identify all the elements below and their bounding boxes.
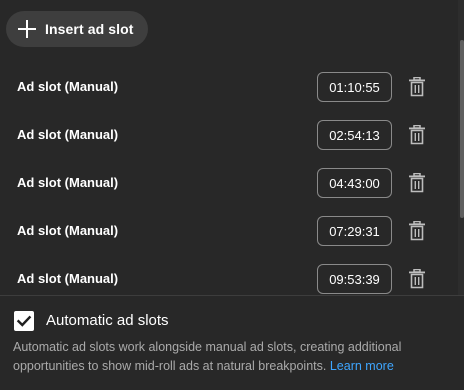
checkmark-icon — [16, 315, 32, 327]
ad-slot-row: Ad slot (Manual) — [0, 62, 458, 110]
insert-ad-slot-button[interactable]: Insert ad slot — [6, 11, 148, 47]
trash-icon[interactable] — [408, 269, 426, 289]
ad-slot-label: Ad slot (Manual) — [17, 175, 119, 190]
trash-icon[interactable] — [408, 125, 426, 145]
ad-slot-label: Ad slot (Manual) — [17, 271, 119, 286]
learn-more-link[interactable]: Learn more — [330, 359, 394, 373]
ad-slot-time-input[interactable] — [317, 72, 392, 102]
automatic-ad-slots-description: Automatic ad slots work alongside manual… — [13, 338, 453, 376]
trash-icon[interactable] — [408, 77, 426, 97]
automatic-ad-slots-checkbox[interactable] — [14, 311, 34, 331]
ad-slot-list: Ad slot (Manual) Ad slot (Manual) Ad slo… — [0, 62, 458, 294]
ad-slot-label: Ad slot (Manual) — [17, 223, 119, 238]
scrollbar-thumb[interactable] — [460, 40, 464, 218]
trash-icon[interactable] — [408, 173, 426, 193]
automatic-ad-slots-option[interactable]: Automatic ad slots — [14, 309, 169, 333]
insert-ad-slot-label: Insert ad slot — [45, 21, 134, 37]
ad-slot-time-input[interactable] — [317, 264, 392, 294]
ad-slot-label: Ad slot (Manual) — [17, 79, 119, 94]
ad-slot-time-input[interactable] — [317, 168, 392, 198]
divider — [0, 295, 464, 296]
trash-icon[interactable] — [408, 221, 426, 241]
ad-slot-row: Ad slot (Manual) — [0, 158, 458, 206]
ad-slot-row: Ad slot (Manual) — [0, 254, 458, 294]
ad-slot-row: Ad slot (Manual) — [0, 110, 458, 158]
ad-slot-row: Ad slot (Manual) — [0, 206, 458, 254]
ad-slot-time-input[interactable] — [317, 120, 392, 150]
plus-icon — [18, 20, 36, 38]
ad-slot-time-input[interactable] — [317, 216, 392, 246]
automatic-ad-slots-label: Automatic ad slots — [46, 312, 169, 329]
ad-slot-label: Ad slot (Manual) — [17, 127, 119, 142]
